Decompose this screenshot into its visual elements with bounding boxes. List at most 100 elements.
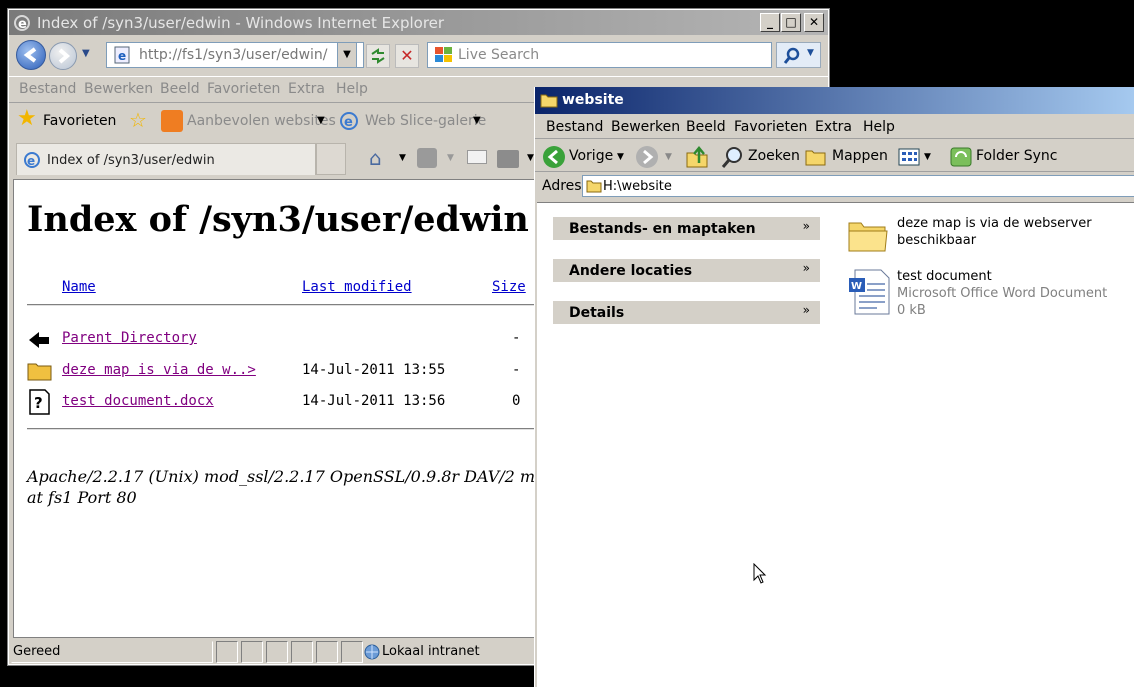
column-modified-link[interactable]: Last modified xyxy=(302,279,412,295)
folder-icon xyxy=(540,94,558,108)
menu-help[interactable]: Help xyxy=(336,81,368,97)
document-item[interactable]: W test document Microsoft Office Word Do… xyxy=(847,268,1134,320)
minimize-button[interactable]: _ xyxy=(760,13,780,32)
back-button[interactable]: Vorige xyxy=(569,148,613,164)
web-slice-dropdown-icon[interactable]: ▼ xyxy=(473,115,481,126)
search-placeholder: Live Search xyxy=(458,47,540,63)
column-name-link[interactable]: Name xyxy=(62,279,96,295)
suggested-sites-icon xyxy=(161,110,183,132)
mouse-cursor-icon xyxy=(753,563,767,584)
search-go-button[interactable]: ▼ xyxy=(776,42,821,68)
search-box[interactable]: Live Search xyxy=(427,42,772,68)
back-dropdown-icon[interactable]: ▼ xyxy=(617,152,624,162)
folder-sync-icon xyxy=(950,147,972,167)
print-dropdown-icon[interactable]: ▼ xyxy=(527,153,534,163)
status-cell xyxy=(216,641,238,663)
search-button[interactable]: Zoeken xyxy=(748,148,800,164)
task-panel-details[interactable]: Details » xyxy=(553,301,820,324)
views-dropdown-icon[interactable]: ▼ xyxy=(924,152,931,162)
chevron-down-icon[interactable]: » xyxy=(803,261,810,275)
explorer-titlebar[interactable]: website xyxy=(535,87,1134,114)
ie-window-title: Index of /syn3/user/edwin - Windows Inte… xyxy=(37,14,445,32)
folder-item[interactable]: deze map is via de webserver beschikbaar xyxy=(847,215,1134,259)
print-icon[interactable] xyxy=(497,150,519,168)
menu-beeld[interactable]: Beeld xyxy=(686,119,726,135)
task-panel-other-places[interactable]: Andere locaties » xyxy=(553,259,820,282)
back-button[interactable] xyxy=(16,40,46,70)
refresh-button[interactable] xyxy=(366,44,390,68)
favorites-button[interactable]: Favorieten xyxy=(43,113,116,129)
folders-button[interactable]: Mappen xyxy=(832,148,888,164)
menu-bestand[interactable]: Bestand xyxy=(546,119,603,135)
address-label: Adres xyxy=(542,178,582,194)
svg-text:e: e xyxy=(18,17,27,32)
document-type: Microsoft Office Word Document xyxy=(897,286,1108,301)
status-cell xyxy=(241,641,263,663)
folder-sync-button[interactable]: Folder Sync xyxy=(976,148,1057,164)
folder-link[interactable]: deze map is via de w..> xyxy=(62,362,256,378)
row-modified: 14-Jul-2011 13:56 xyxy=(302,393,446,409)
task-panel-title: Bestands- en maptaken xyxy=(569,221,756,237)
up-folder-icon[interactable] xyxy=(685,145,709,169)
svg-text:e: e xyxy=(344,115,353,130)
chevron-down-icon[interactable]: » xyxy=(803,303,810,317)
address-bar[interactable]: e http://fs1/syn3/user/edwin/ xyxy=(106,42,364,68)
back-arrow-icon xyxy=(543,146,565,168)
feeds-dropdown-icon[interactable]: ▼ xyxy=(447,153,454,163)
parent-directory-link[interactable]: Parent Directory xyxy=(62,330,197,346)
chevron-down-icon[interactable]: » xyxy=(803,219,810,233)
document-name: test document xyxy=(897,269,992,284)
svg-text:e: e xyxy=(27,154,35,168)
menu-favorieten[interactable]: Favorieten xyxy=(734,119,807,135)
explorer-toolbar: Vorige ▼ ▼ Zoeken Mappen ▼ Folder Sync xyxy=(535,140,1134,172)
stop-icon: ✕ xyxy=(400,46,414,65)
tab-page-icon: e xyxy=(24,152,40,168)
history-dropdown-icon[interactable]: ▼ xyxy=(82,48,90,59)
folder-name-line1: deze map is via de webserver xyxy=(897,216,1092,231)
add-favorite-icon[interactable]: ☆ xyxy=(129,108,147,132)
mail-icon[interactable] xyxy=(467,150,487,164)
tab-index[interactable]: e Index of /syn3/user/edwin xyxy=(16,143,316,175)
address-dropdown[interactable]: ▼ xyxy=(337,42,357,68)
forward-button[interactable] xyxy=(49,42,77,70)
menu-bewerken[interactable]: Bewerken xyxy=(84,81,153,97)
search-options-icon[interactable]: ▼ xyxy=(807,48,814,58)
row-size: 0 xyxy=(512,393,521,409)
task-panel-file-tasks[interactable]: Bestands- en maptaken » xyxy=(553,217,820,240)
forward-dropdown-icon[interactable]: ▼ xyxy=(665,152,672,162)
stop-button[interactable]: ✕ xyxy=(395,44,419,68)
forward-arrow-icon[interactable] xyxy=(635,145,659,169)
menu-beeld[interactable]: Beeld xyxy=(160,81,200,97)
refresh-icon xyxy=(371,48,385,64)
row-size: - xyxy=(512,330,521,346)
document-link[interactable]: test document.docx xyxy=(62,393,214,409)
svg-text:e: e xyxy=(118,49,126,63)
explorer-address-field[interactable]: H:\website xyxy=(582,175,1134,197)
task-panel-title: Details xyxy=(569,305,625,321)
menu-extra[interactable]: Extra xyxy=(815,119,852,135)
home-dropdown-icon[interactable]: ▼ xyxy=(399,153,406,163)
new-tab-button[interactable] xyxy=(316,143,346,175)
home-icon[interactable]: ⌂ xyxy=(369,146,382,170)
menu-help[interactable]: Help xyxy=(863,119,895,135)
explorer-menubar: Bestand Bewerken Beeld Favorieten Extra … xyxy=(535,115,1134,139)
page-icon: e xyxy=(114,46,130,64)
unknown-file-icon: ? xyxy=(29,389,50,415)
web-slice-gallery-link[interactable]: Web Slice-galerie xyxy=(365,113,486,129)
maximize-button[interactable]: □ xyxy=(781,13,801,32)
close-button[interactable]: ✕ xyxy=(804,13,824,32)
menu-extra[interactable]: Extra xyxy=(288,81,325,97)
column-size-link[interactable]: Size xyxy=(492,279,526,295)
menu-bewerken[interactable]: Bewerken xyxy=(611,119,680,135)
feeds-icon[interactable] xyxy=(417,148,437,168)
menu-bestand[interactable]: Bestand xyxy=(19,81,76,97)
explorer-window: website Bestand Bewerken Beeld Favoriete… xyxy=(534,87,1134,687)
menu-favorieten[interactable]: Favorieten xyxy=(207,81,280,97)
web-slice-icon: e xyxy=(340,112,358,130)
ie-titlebar[interactable]: e Index of /syn3/user/edwin - Windows In… xyxy=(9,10,828,35)
views-icon[interactable] xyxy=(898,148,920,166)
suggested-sites-link[interactable]: Aanbevolen websites xyxy=(187,113,336,129)
search-icon xyxy=(783,47,800,64)
document-size: 0 kB xyxy=(897,303,926,318)
suggested-sites-dropdown-icon[interactable]: ▼ xyxy=(317,115,325,126)
